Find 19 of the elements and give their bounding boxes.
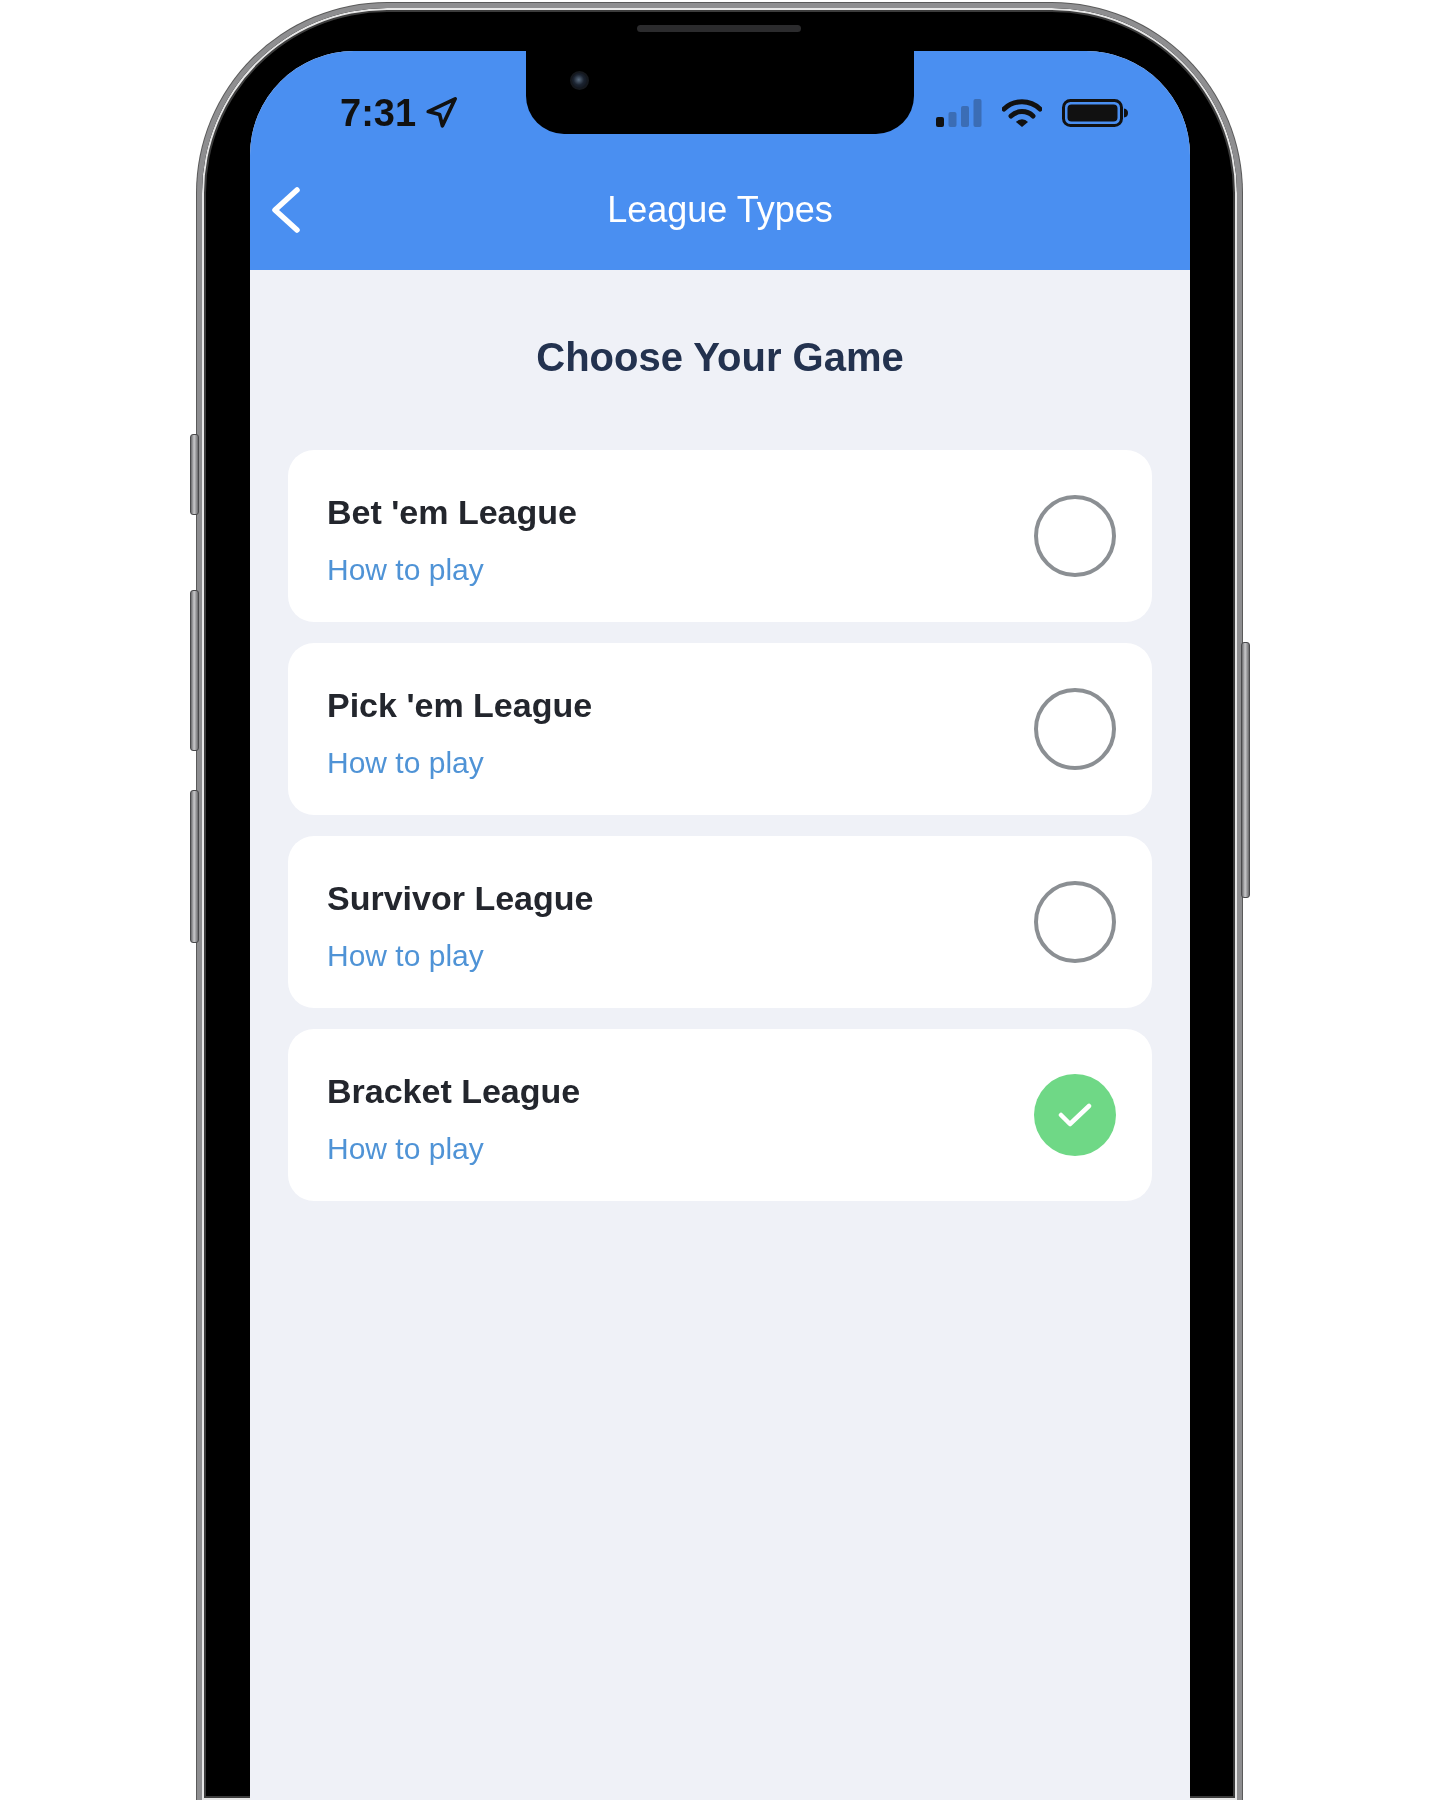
league-card[interactable]: Bet 'em League How to play <box>288 450 1152 622</box>
status-time: 7:31 <box>340 91 417 135</box>
wifi-icon <box>1002 99 1042 127</box>
camera-lens-icon <box>570 71 589 90</box>
check-icon <box>1058 1102 1092 1128</box>
back-chevron-icon <box>269 186 301 234</box>
league-name: Pick 'em League <box>327 685 593 726</box>
battery-icon <box>1062 99 1128 127</box>
screen-title: League Types <box>607 188 833 232</box>
back-button[interactable] <box>269 186 301 234</box>
league-card[interactable]: Bracket League How to play <box>288 1029 1152 1201</box>
league-name: Bet 'em League <box>327 492 577 533</box>
league-name: Bracket League <box>327 1071 581 1112</box>
league-card[interactable]: Survivor League How to play <box>288 836 1152 1008</box>
location-arrow-icon <box>424 96 459 130</box>
league-name: Survivor League <box>327 878 594 919</box>
signal-icon <box>936 99 982 127</box>
league-card[interactable]: Pick 'em League How to play <box>288 643 1152 815</box>
page-heading: Choose Your Game <box>535 334 905 381</box>
